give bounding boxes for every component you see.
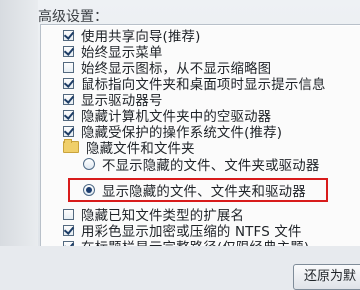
checkbox-unchecked[interactable]: [63, 61, 74, 73]
option-label: 不显示隐藏的文件、文件夹或驱动器: [102, 159, 320, 174]
radio-unselected[interactable]: [83, 158, 95, 170]
checkbox-unchecked[interactable]: [63, 208, 74, 220]
advanced-settings-list[interactable]: 使用共享向导(推荐) 始终显示菜单 始终显示图标，从不显示缩略图 鼠标指向文件夹…: [40, 24, 360, 248]
checkbox-checked[interactable]: [63, 109, 74, 121]
checkbox-checked[interactable]: [63, 29, 74, 41]
red-highlight-box: [68, 178, 328, 202]
group-hidden-files: 隐藏文件和文件夹: [63, 139, 195, 157]
checkbox-checked[interactable]: [63, 125, 74, 137]
checkbox-checked[interactable]: [63, 77, 74, 89]
checkbox-checked[interactable]: [63, 93, 74, 105]
restore-defaults-button[interactable]: 还原为默: [293, 264, 360, 290]
folder-options-window: 高级设置： 使用共享向导(推荐) 始终显示菜单 始终显示图标，从不显示缩略图 鼠…: [0, 0, 360, 290]
advanced-settings-title: 高级设置：: [38, 9, 108, 25]
checkbox-checked[interactable]: [63, 224, 74, 236]
folder-icon: [63, 139, 79, 153]
option-dont-show-hidden[interactable]: 不显示隐藏的文件、文件夹或驱动器: [83, 156, 320, 174]
checkbox-checked[interactable]: [63, 45, 74, 57]
